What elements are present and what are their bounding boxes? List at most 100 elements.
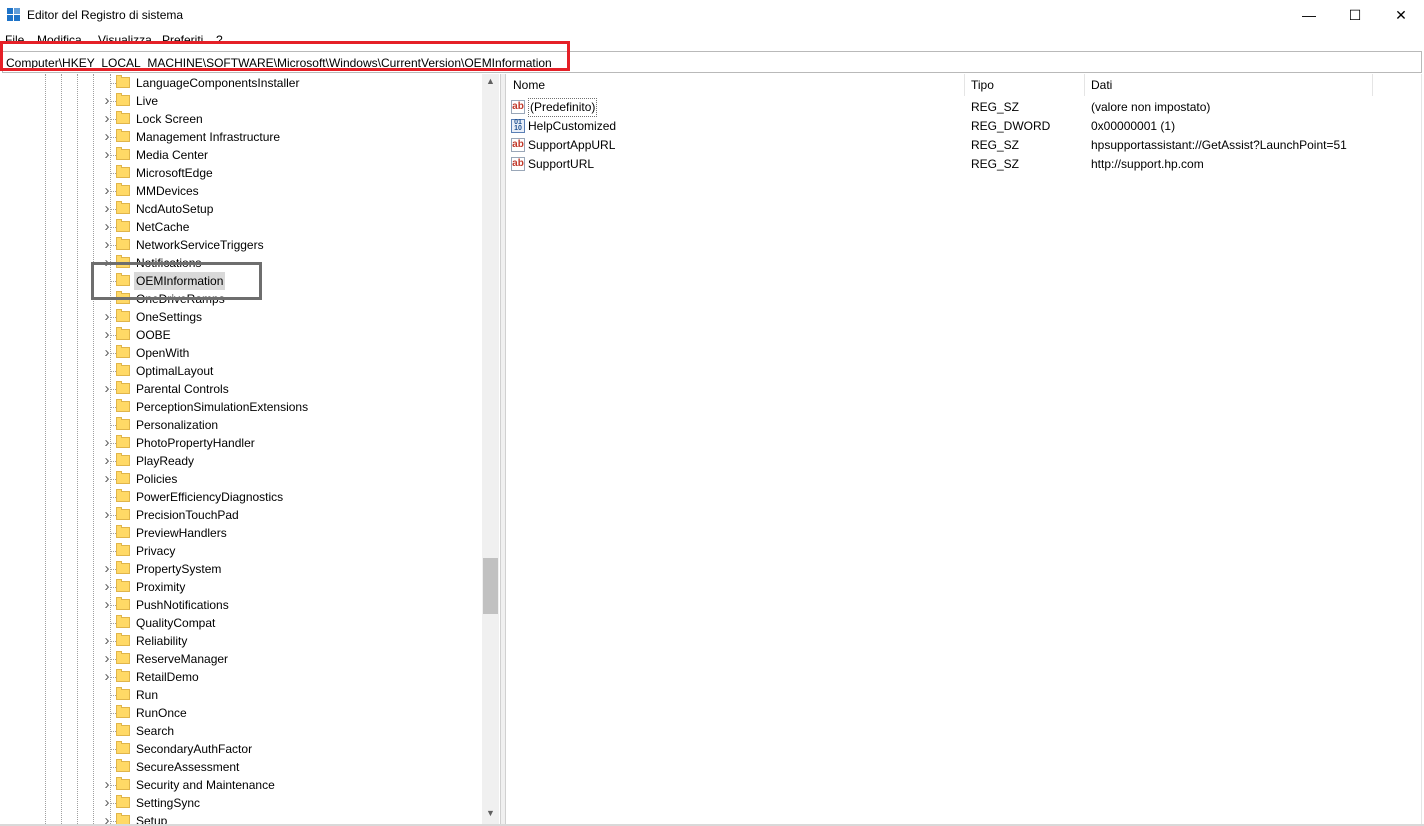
tree-item-label: SecondaryAuthFactor (136, 742, 253, 756)
value-name: SupportAppURL (528, 138, 616, 152)
value-row[interactable]: 01 10 HelpCustomized REG_DWORD 0x00000001 (1… (506, 117, 1406, 136)
tree-item[interactable]: › Notifications (0, 254, 480, 272)
expand-chevron-icon[interactable]: › (101, 326, 113, 344)
tree-item[interactable]: › Management Infrastructure (0, 128, 480, 146)
column-separator[interactable] (964, 74, 965, 96)
tree-item[interactable]: › OpenWith (0, 344, 480, 362)
expand-chevron-icon[interactable]: › (101, 380, 113, 398)
expand-chevron-icon[interactable]: › (101, 146, 113, 164)
menu-file[interactable]: File (5, 33, 24, 47)
expand-chevron-icon[interactable]: › (101, 218, 113, 236)
tree-item[interactable]: › PropertySystem (0, 560, 480, 578)
expand-chevron-icon[interactable]: › (101, 254, 113, 272)
tree-item[interactable]: PowerEfficiencyDiagnostics (0, 488, 480, 506)
tree-item[interactable]: › OOBE (0, 326, 480, 344)
expand-chevron-icon[interactable]: › (101, 650, 113, 668)
tree-item[interactable]: QualityCompat (0, 614, 480, 632)
value-row[interactable]: ab SupportAppURL REG_SZ hpsupportassistant:… (506, 136, 1406, 155)
tree-item[interactable]: Run (0, 686, 480, 704)
tree-item[interactable]: OneDriveRamps (0, 290, 480, 308)
scroll-up-arrow-icon[interactable]: ▲ (482, 74, 499, 88)
tree-item[interactable]: Search (0, 722, 480, 740)
folder-icon (116, 363, 130, 376)
tree-item[interactable]: › SettingSync (0, 794, 480, 812)
expand-chevron-icon[interactable]: › (101, 578, 113, 596)
tree-item[interactable]: › Security and Maintenance (0, 776, 480, 794)
scroll-thumb[interactable] (483, 558, 498, 615)
value-name: HelpCustomized (528, 119, 617, 133)
expand-chevron-icon[interactable]: › (101, 308, 113, 326)
expand-chevron-icon[interactable]: › (101, 794, 113, 812)
tree-item[interactable]: › PlayReady (0, 452, 480, 470)
column-separator[interactable] (1372, 74, 1373, 96)
column-header-type[interactable]: Tipo (971, 74, 994, 96)
scroll-down-arrow-icon[interactable]: ▼ (482, 806, 499, 820)
tree-item[interactable]: SecureAssessment (0, 758, 480, 776)
tree-item[interactable]: PerceptionSimulationExtensions (0, 398, 480, 416)
tree-item[interactable]: › OneSettings (0, 308, 480, 326)
expand-chevron-icon[interactable]: › (101, 434, 113, 452)
tree-item-label: NcdAutoSetup (136, 202, 214, 216)
address-path[interactable]: Computer\HKEY_LOCAL_MACHINE\SOFTWARE\Mic… (6, 56, 552, 70)
address-bar[interactable]: Computer\HKEY_LOCAL_MACHINE\SOFTWARE\Mic… (2, 51, 1422, 73)
menu-modifica[interactable]: Modifica (37, 33, 82, 47)
tree-item[interactable]: › PhotoPropertyHandler (0, 434, 480, 452)
values-list[interactable]: Nome Tipo Dati ab (Predefinito) REG_SZ (val… (506, 74, 1422, 824)
tree-item[interactable]: › Proximity (0, 578, 480, 596)
tree-item[interactable]: › Policies (0, 470, 480, 488)
value-row[interactable]: ab (Predefinito) REG_SZ (valore non imposta… (506, 98, 1406, 117)
menu-help[interactable]: ? (216, 33, 223, 47)
tree-item[interactable]: › Parental Controls (0, 380, 480, 398)
tree-item[interactable]: › PrecisionTouchPad (0, 506, 480, 524)
tree-scrollbar[interactable]: ▲ ▼ (482, 74, 499, 824)
tree-item[interactable]: › RetailDemo (0, 668, 480, 686)
expand-chevron-icon[interactable]: › (101, 344, 113, 362)
tree-item[interactable]: › Setup (0, 812, 480, 824)
expand-chevron-icon[interactable]: › (101, 668, 113, 686)
expand-chevron-icon[interactable]: › (101, 92, 113, 110)
expand-chevron-icon[interactable]: › (101, 236, 113, 254)
expand-chevron-icon[interactable]: › (101, 632, 113, 650)
tree-item[interactable]: LanguageComponentsInstaller (0, 74, 480, 92)
minimize-button[interactable]: — (1286, 0, 1332, 31)
value-row[interactable]: ab SupportURL REG_SZ http://support.hp.com (506, 155, 1406, 174)
column-header-name[interactable]: Nome (513, 74, 545, 96)
maximize-button[interactable]: ☐ (1332, 0, 1378, 31)
tree-item[interactable]: RunOnce (0, 704, 480, 722)
expand-chevron-icon[interactable]: › (101, 200, 113, 218)
tree-item-label: RunOnce (136, 706, 187, 720)
column-header-data[interactable]: Dati (1091, 74, 1112, 96)
expand-chevron-icon[interactable]: › (101, 452, 113, 470)
tree-item[interactable]: › Reliability (0, 632, 480, 650)
expand-chevron-icon[interactable]: › (101, 776, 113, 794)
menu-preferiti[interactable]: Preferiti (162, 33, 203, 47)
close-button[interactable]: ✕ (1378, 0, 1424, 31)
tree-item[interactable]: MicrosoftEdge (0, 164, 480, 182)
tree-item[interactable]: SecondaryAuthFactor (0, 740, 480, 758)
expand-chevron-icon[interactable]: › (101, 182, 113, 200)
tree-item[interactable]: › MMDevices (0, 182, 480, 200)
tree-item[interactable]: Privacy (0, 542, 480, 560)
tree-item[interactable]: › Live (0, 92, 480, 110)
column-separator[interactable] (1084, 74, 1085, 96)
tree-item[interactable]: › ReserveManager (0, 650, 480, 668)
tree-item[interactable]: Personalization (0, 416, 480, 434)
expand-chevron-icon[interactable]: › (101, 128, 113, 146)
tree-item[interactable]: › NetworkServiceTriggers (0, 236, 480, 254)
tree-item[interactable]: PreviewHandlers (0, 524, 480, 542)
tree-item[interactable]: › Lock Screen (0, 110, 480, 128)
tree-item[interactable]: › NetCache (0, 218, 480, 236)
tree-item[interactable]: › NcdAutoSetup (0, 200, 480, 218)
expand-chevron-icon[interactable]: › (101, 560, 113, 578)
expand-chevron-icon[interactable]: › (101, 506, 113, 524)
key-tree[interactable]: LanguageComponentsInstaller › Live › Lock Sc… (0, 74, 501, 824)
tree-item[interactable]: OEMInformation (0, 272, 480, 290)
tree-item[interactable]: OptimalLayout (0, 362, 480, 380)
tree-item[interactable]: › PushNotifications (0, 596, 480, 614)
expand-chevron-icon[interactable]: › (101, 470, 113, 488)
expand-chevron-icon[interactable]: › (101, 110, 113, 128)
menu-visualizza[interactable]: Visualizza (98, 33, 152, 47)
tree-item[interactable]: › Media Center (0, 146, 480, 164)
expand-chevron-icon[interactable]: › (101, 812, 113, 824)
expand-chevron-icon[interactable]: › (101, 596, 113, 614)
